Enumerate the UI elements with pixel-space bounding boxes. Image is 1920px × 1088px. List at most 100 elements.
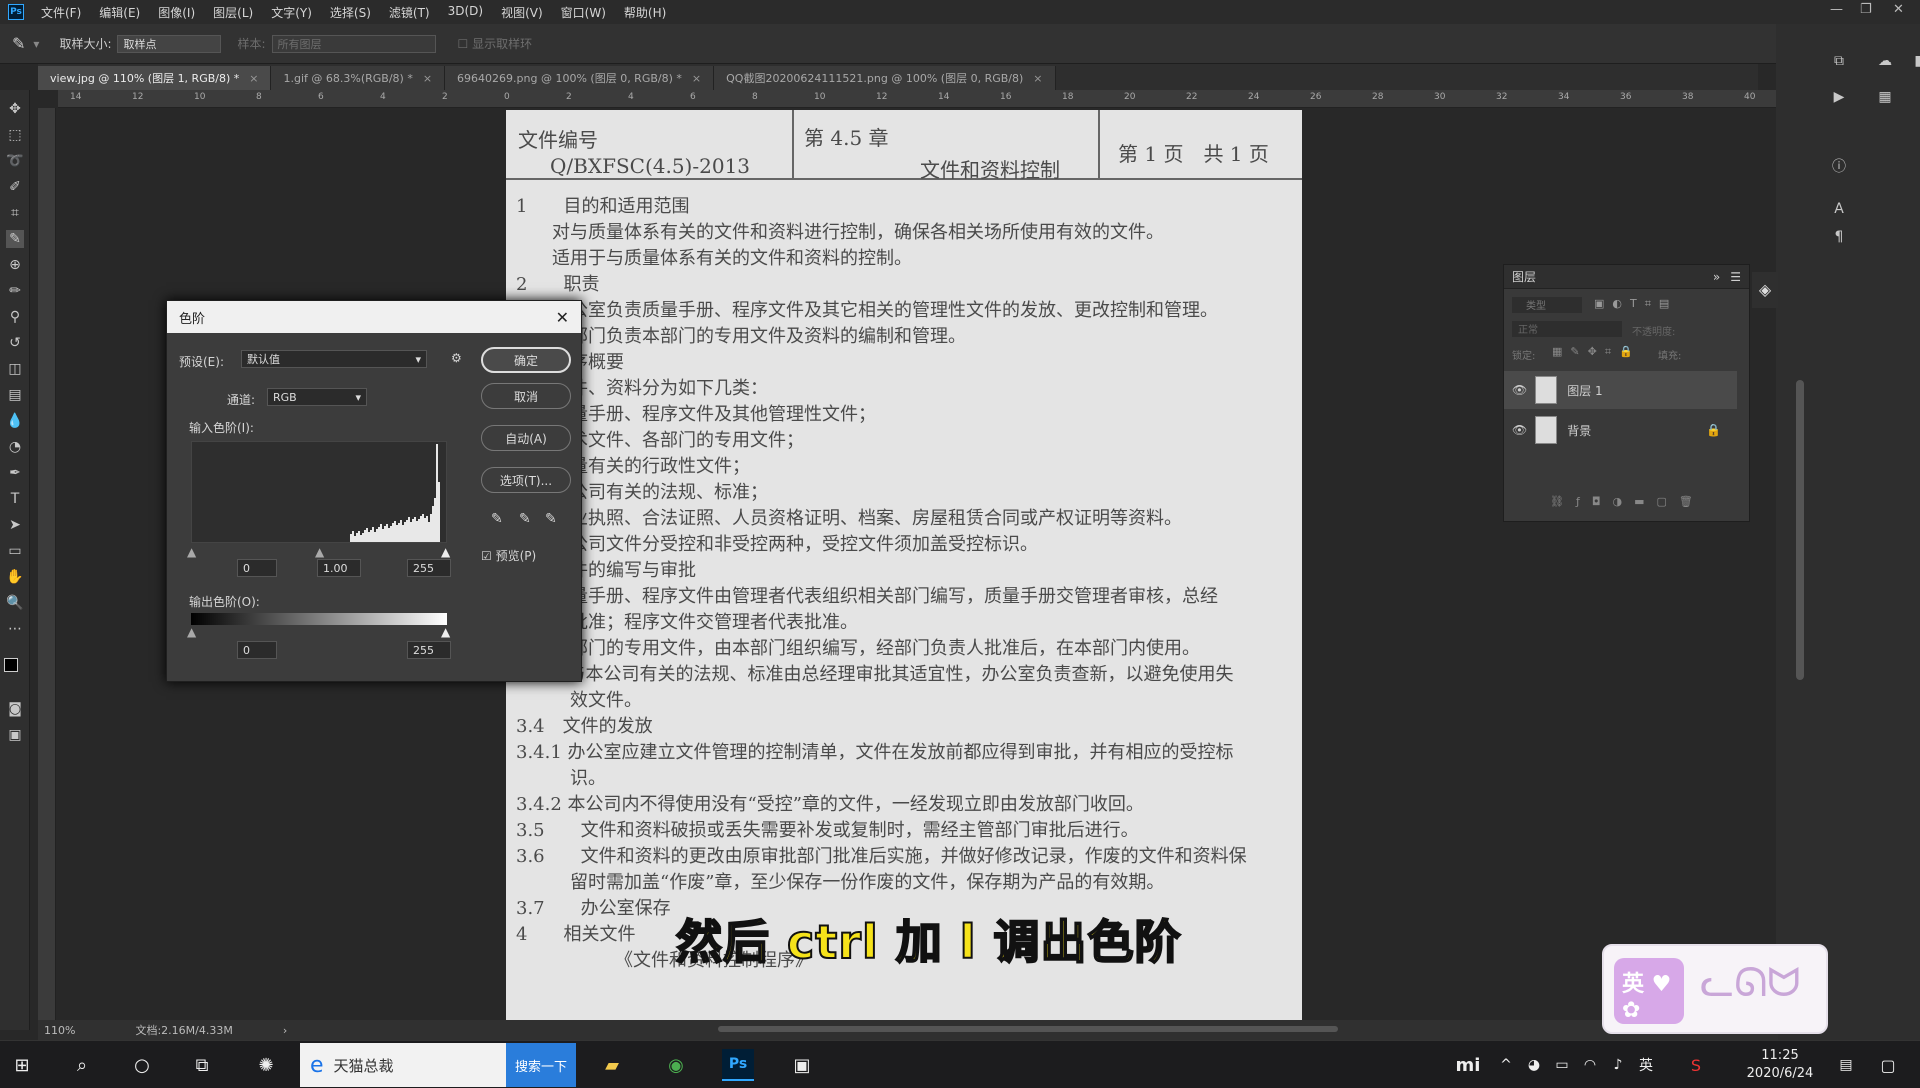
file-explorer-icon[interactable]: ▰	[596, 1049, 628, 1081]
input-white-slider[interactable]: ▲	[441, 545, 450, 559]
menu-item[interactable]: 视图(V)	[492, 4, 552, 21]
menu-item[interactable]: 3D(D)	[439, 4, 492, 21]
menu-item[interactable]: 文件(F)	[32, 4, 90, 21]
collapse-icon[interactable]: »	[1713, 270, 1720, 284]
action-center-icon[interactable]: ▢	[1872, 1049, 1904, 1081]
visibility-eye-icon[interactable]: 👁	[1512, 383, 1527, 397]
cortana-icon[interactable]: ○	[126, 1049, 158, 1081]
black-eyedropper-icon[interactable]: ✎	[491, 511, 503, 527]
options-button[interactable]: 选项(T)...	[481, 467, 571, 493]
lock-icons[interactable]: ▦✎✥⌗🔒	[1552, 345, 1641, 359]
move-tool-icon[interactable]: ✥	[6, 100, 24, 118]
auto-button[interactable]: 自动(A)	[481, 425, 571, 451]
clock[interactable]: 11:25 2020/6/24	[1720, 1047, 1840, 1083]
menu-item[interactable]: 窗口(W)	[552, 4, 615, 21]
output-white-slider[interactable]: ▲	[441, 625, 450, 639]
stamp-tool-icon[interactable]: ⚲	[6, 308, 24, 326]
history-icon[interactable]: ⧉	[1830, 52, 1848, 70]
type-tool-icon[interactable]: T	[6, 490, 24, 508]
windows-start-icon[interactable]: ⊞	[6, 1049, 38, 1081]
dialog-close-icon[interactable]: ✕	[556, 308, 569, 327]
layer-actions-icons[interactable]: ⛓ƒ◘◑▬▢🗑	[1550, 495, 1705, 508]
gray-eyedropper-icon[interactable]: ✎	[519, 511, 531, 527]
blend-mode-select[interactable]: 正常	[1512, 321, 1622, 337]
taskbar-search-icon[interactable]: ⌕	[66, 1049, 98, 1081]
visibility-eye-icon[interactable]: 👁	[1512, 423, 1527, 437]
quick-mask-icon[interactable]: ◙	[6, 700, 24, 718]
menu-item[interactable]: 编辑(E)	[90, 4, 149, 21]
zoom-tool-icon[interactable]: 🔍	[6, 594, 24, 612]
blur-tool-icon[interactable]: 💧	[6, 412, 24, 430]
output-black-slider[interactable]: ▲	[187, 625, 196, 639]
grid-icon[interactable]: ▦	[1876, 88, 1894, 106]
marquee-tool-icon[interactable]: ⬚	[6, 126, 24, 144]
input-gamma-field[interactable]: 1.00	[317, 559, 361, 577]
pinwheel-app-icon[interactable]: ✺	[250, 1049, 282, 1081]
close-icon[interactable]: ✕	[1893, 2, 1904, 17]
cloud-icon[interactable]: ☁	[1876, 52, 1894, 70]
more-tools-icon[interactable]: ⋯	[6, 620, 24, 638]
sample-select[interactable]: 所有图层	[271, 34, 436, 53]
search-button[interactable]: 搜索一下	[506, 1043, 576, 1087]
healing-tool-icon[interactable]: ⊕	[6, 256, 24, 274]
menu-item[interactable]: 选择(S)	[321, 4, 380, 21]
menu-item[interactable]: 图层(L)	[204, 4, 262, 21]
brush-tool-icon[interactable]: ✏	[6, 282, 24, 300]
white-eyedropper-icon[interactable]: ✎	[545, 511, 557, 527]
history-brush-icon[interactable]: ↺	[6, 334, 24, 352]
preset-select[interactable]: 默认值 ▾	[241, 350, 427, 368]
hand-tool-icon[interactable]: ✋	[6, 568, 24, 586]
restore-icon[interactable]: ❐	[1860, 2, 1872, 17]
menu-item[interactable]: 文字(Y)	[262, 4, 321, 21]
foreground-color-swatch[interactable]	[4, 658, 18, 672]
zoom-level[interactable]: 110%	[44, 1024, 75, 1037]
paragraph-icon[interactable]: ¶	[1830, 228, 1848, 246]
panel-toggle-icon[interactable]: ◧	[1912, 52, 1920, 70]
browser-360-icon[interactable]: ◉	[660, 1049, 692, 1081]
menu-item[interactable]: 图像(I)	[149, 4, 204, 21]
tab-document[interactable]: 69640269.png @ 100% (图层 0, RGB/8) * ×	[445, 66, 715, 90]
status-arrow-icon[interactable]: ›	[283, 1024, 287, 1037]
tab-close-icon[interactable]: ×	[1033, 72, 1042, 85]
taskbar-search-box[interactable]: e 天猫总裁	[300, 1043, 506, 1087]
tab-document[interactable]: 1.gif @ 68.3%(RGB/8) * ×	[271, 66, 446, 90]
menu-item[interactable]: 帮助(H)	[615, 4, 675, 21]
sogou-icon[interactable]: S	[1680, 1049, 1712, 1081]
mi-icon[interactable]: mi	[1452, 1049, 1484, 1081]
tab-close-icon[interactable]: ×	[692, 72, 701, 85]
path-select-icon[interactable]: ➤	[6, 516, 24, 534]
preview-checkbox[interactable]: ☑ 预览(P)	[481, 547, 536, 564]
video-recorder-icon[interactable]: ▣	[786, 1049, 818, 1081]
task-view-icon[interactable]: ⧉	[186, 1049, 218, 1081]
tab-document[interactable]: view.jpg @ 110% (图层 1, RGB/8) * ×	[38, 66, 272, 90]
crop-tool-icon[interactable]: ⌗	[6, 204, 24, 222]
tab-close-icon[interactable]: ×	[249, 72, 258, 85]
notification-badge-icon[interactable]: ▤	[1830, 1049, 1862, 1081]
output-black-field[interactable]: 0	[237, 641, 277, 659]
info-icon[interactable]: ⓘ	[1830, 158, 1848, 176]
dodge-tool-icon[interactable]: ◔	[6, 438, 24, 456]
input-black-slider[interactable]: ▲	[187, 545, 196, 559]
eraser-tool-icon[interactable]: ◫	[6, 360, 24, 378]
ok-button[interactable]: 确定	[481, 347, 571, 373]
show-ring-checkbox[interactable]: ☐ 显示取样环	[458, 35, 533, 52]
layer-row[interactable]: 👁 图层 1	[1504, 371, 1737, 409]
quick-select-icon[interactable]: ✐	[6, 178, 24, 196]
document-canvas[interactable]: 文件编号 Q/BXFSC(4.5)-2013 第 4.5 章 文件和资料控制 第…	[506, 110, 1302, 1022]
filter-icons[interactable]: ▣◐T⌗▤	[1594, 297, 1677, 311]
vertical-scrollbar[interactable]	[1796, 380, 1804, 680]
input-white-field[interactable]: 255	[407, 559, 451, 577]
eyedropper-tool-icon[interactable]: ✎	[6, 230, 24, 248]
eyedropper-icon[interactable]: ✎	[12, 34, 25, 53]
channel-select[interactable]: RGB ▾	[267, 388, 367, 406]
character-icon[interactable]: A	[1830, 200, 1848, 218]
minimize-icon[interactable]: —	[1830, 2, 1843, 17]
layers-panel-tab-icon[interactable]: ◈	[1752, 272, 1778, 308]
lasso-tool-icon[interactable]: ➰	[6, 152, 24, 170]
input-black-field[interactable]: 0	[237, 559, 277, 577]
pen-tool-icon[interactable]: ✒	[6, 464, 24, 482]
input-gamma-slider[interactable]: ▲	[315, 545, 324, 559]
cancel-button[interactable]: 取消	[481, 383, 571, 409]
tab-document[interactable]: QQ截图20200624111521.png @ 100% (图层 0, RGB…	[714, 66, 1056, 90]
photoshop-taskbar-icon[interactable]: Ps	[722, 1049, 754, 1081]
